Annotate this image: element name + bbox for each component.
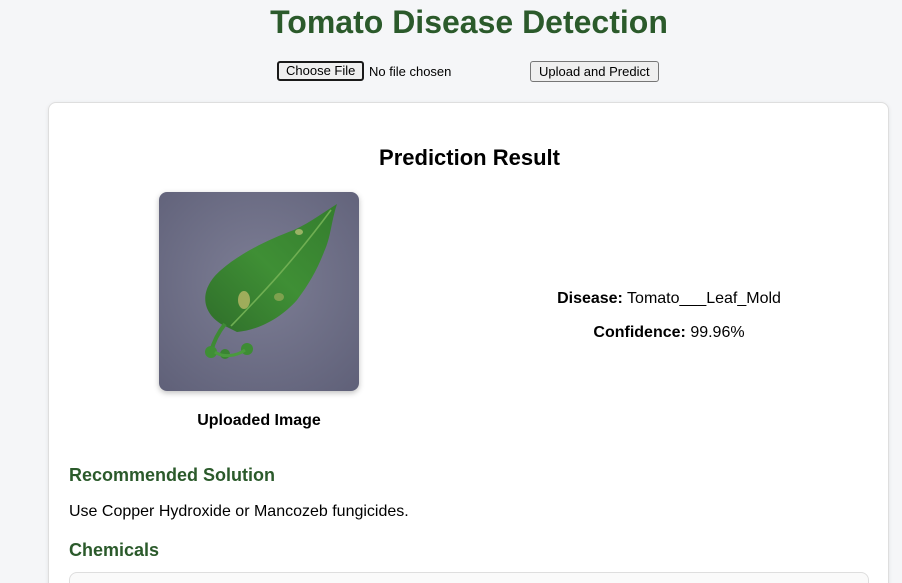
upload-form: Choose File No file chosen Upload and Pr… (0, 61, 902, 83)
disease-label: Disease: (557, 290, 623, 307)
disease-value: Tomato___Leaf_Mold (627, 290, 781, 307)
choose-file-button[interactable]: Choose File (277, 61, 365, 81)
page: Tomato Disease Detection Choose File No … (0, 0, 902, 583)
leaf-image (159, 192, 359, 391)
recommended-solution-heading: Recommended Solution (69, 465, 276, 485)
chemicals-box (69, 572, 869, 583)
upload-and-predict-button[interactable]: Upload and Predict (530, 61, 659, 82)
prediction-details: Disease: Tomato___Leaf_Mold Confidence: … (469, 289, 869, 357)
disease-row: Disease: Tomato___Leaf_Mold (469, 289, 869, 309)
file-status-text: No file chosen (369, 64, 452, 79)
result-heading: Prediction Result (379, 145, 560, 170)
confidence-label: Confidence: (593, 324, 686, 341)
recommended-solution-text: Use Copper Hydroxide or Mancozeb fungici… (69, 503, 409, 520)
page-title: Tomato Disease Detection (270, 4, 668, 40)
confidence-value: 99.96% (690, 324, 745, 341)
confidence-row: Confidence: 99.96% (469, 323, 869, 343)
uploaded-image-caption: Uploaded Image (197, 412, 321, 429)
result-card: Prediction Result Uploaded Image Disease… (48, 102, 889, 583)
uploaded-image (159, 192, 359, 391)
chemicals-heading: Chemicals (69, 540, 160, 560)
